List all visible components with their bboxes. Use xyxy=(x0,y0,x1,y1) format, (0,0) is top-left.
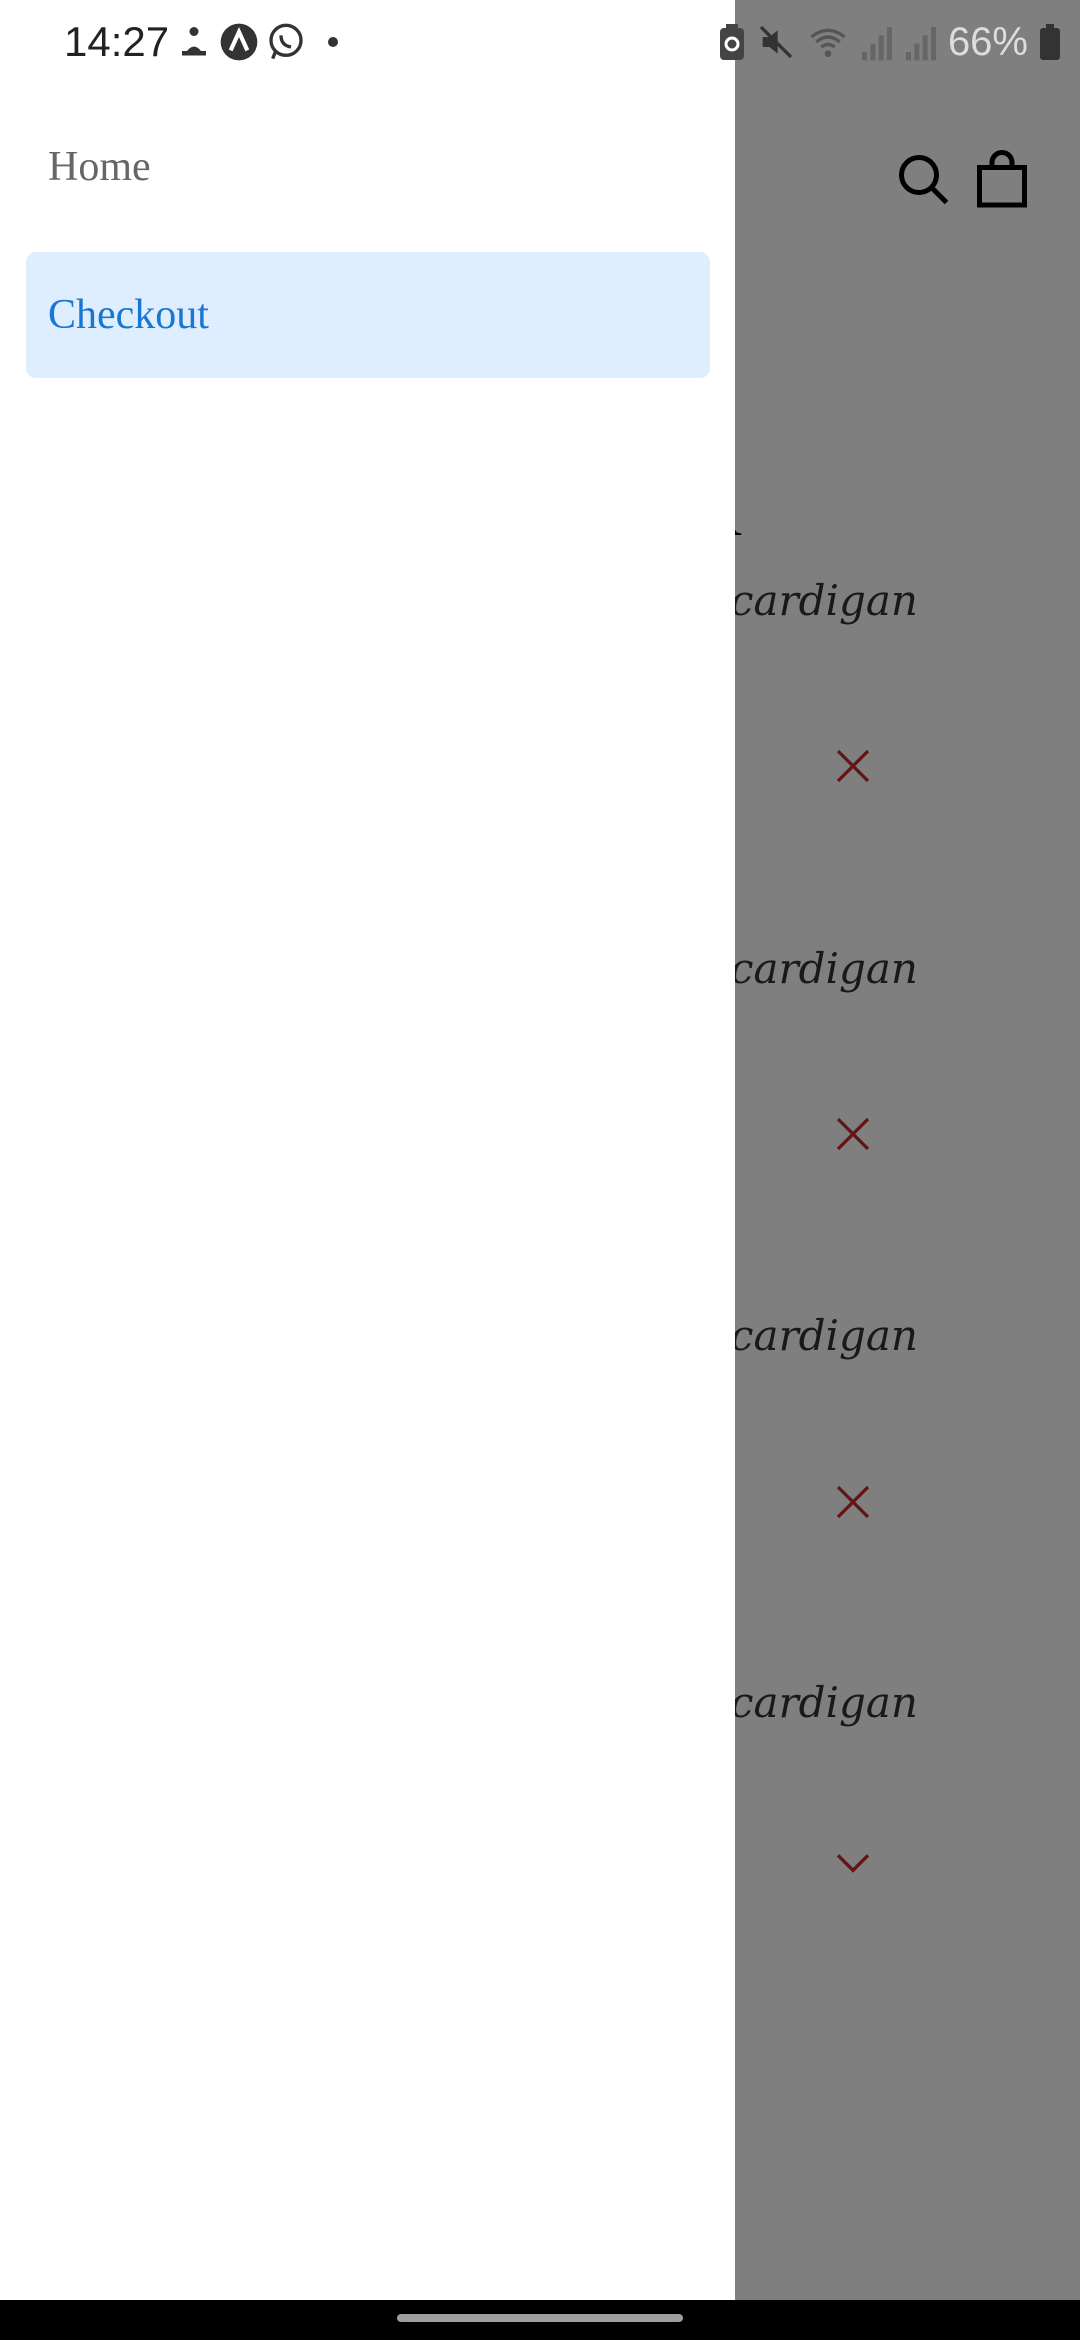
battery-percent: 66% xyxy=(947,19,1028,64)
drawer-item-label: Home xyxy=(48,144,151,190)
wifi-icon xyxy=(810,28,846,57)
mute-icon xyxy=(759,25,793,59)
drawer-item-checkout[interactable]: Checkout xyxy=(26,252,710,378)
drawer-item-label: Checkout xyxy=(48,292,209,338)
signal-icon xyxy=(861,27,892,61)
system-status-icons: 66% xyxy=(718,20,1062,64)
battery-saver-icon xyxy=(719,24,744,60)
navigation-drawer: Home Checkout xyxy=(0,0,735,2300)
person-meditation-icon xyxy=(182,27,206,56)
home-gesture-handle[interactable] xyxy=(397,2314,683,2322)
app-logo-icon xyxy=(220,23,258,61)
status-bar: 14:27 66% xyxy=(0,0,1080,84)
dot-icon xyxy=(328,37,338,47)
system-navigation-bar xyxy=(0,2300,1080,2340)
status-time: 14:27 xyxy=(64,18,170,65)
battery-icon xyxy=(1040,24,1060,60)
signal-icon xyxy=(905,27,936,61)
drawer-item-home[interactable]: Home xyxy=(26,104,710,230)
whatsapp-icon xyxy=(269,23,303,60)
